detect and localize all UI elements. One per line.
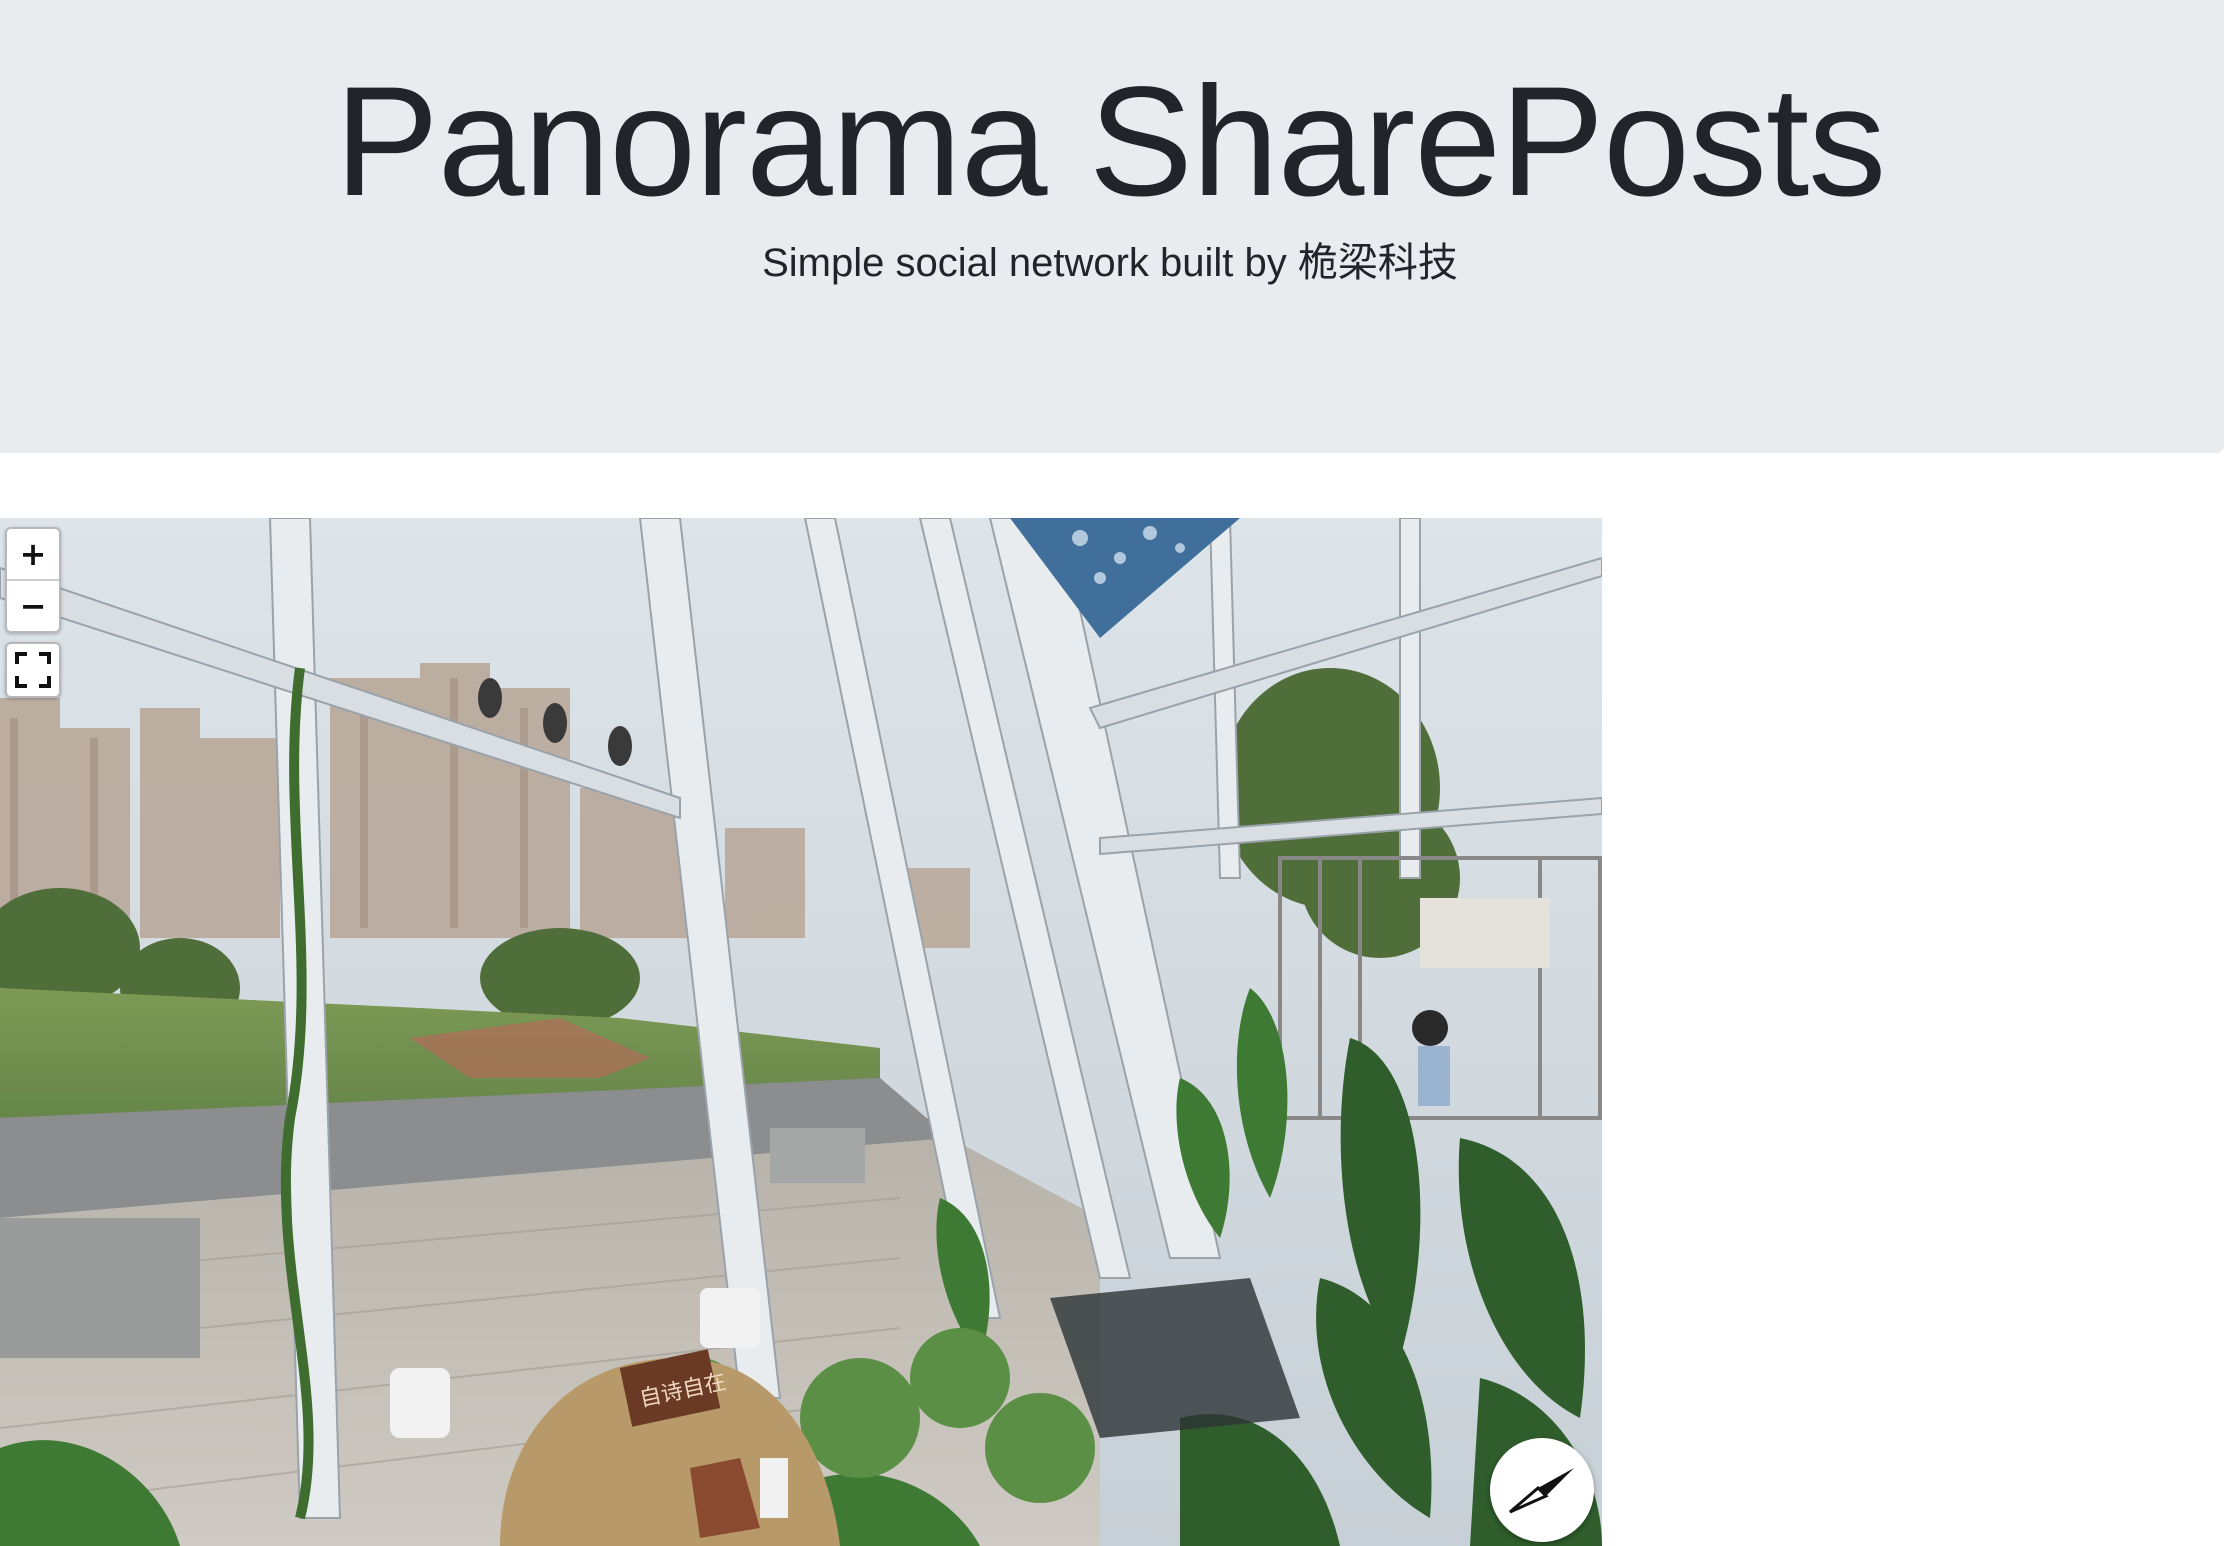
zoom-control: + − — [5, 527, 61, 633]
page-subtitle: Simple social network built by 桅梁科技 — [762, 241, 1458, 285]
panorama-viewer[interactable]: 自诗自在 + − — [0, 518, 1602, 1546]
zoom-in-button[interactable]: + — [7, 529, 59, 579]
fullscreen-button[interactable] — [5, 642, 61, 698]
zoom-out-button[interactable]: − — [7, 579, 59, 631]
compass-button[interactable] — [1490, 1438, 1594, 1542]
page-title: Panorama SharePosts — [334, 55, 1887, 229]
panorama-image[interactable]: 自诗自在 — [0, 518, 1602, 1546]
fullscreen-icon — [15, 652, 51, 688]
compass-icon — [1509, 1468, 1574, 1514]
header-jumbotron: Panorama SharePosts Simple social networ… — [0, 0, 2224, 453]
